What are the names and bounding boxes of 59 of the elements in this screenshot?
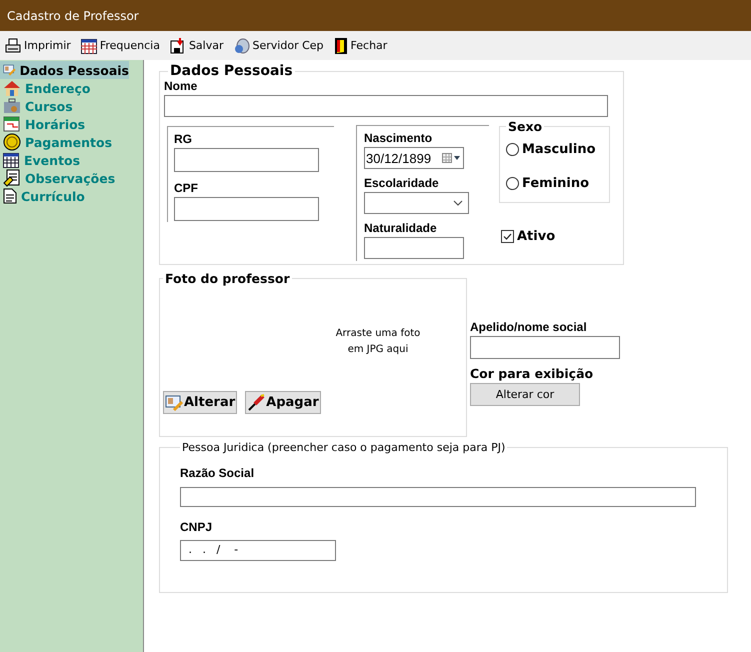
input-field[interactable]: . . / -: [180, 540, 336, 561]
photo-button[interactable]: Alterar: [163, 391, 238, 414]
checkbox-option[interactable]: Ativo: [501, 229, 610, 244]
window-title: Cadastro de Professor: [7, 8, 139, 22]
input-field[interactable]: [364, 237, 464, 259]
photo-drop-area[interactable]: Foto do professor Arraste uma foto em JPG aqui Alterar Apagar: [159, 271, 467, 437]
group-title: Sexo: [507, 119, 544, 134]
sidebar-item[interactable]: Dados Pessoais: [0, 61, 129, 79]
group-title: Dados Pessoais: [169, 63, 294, 79]
field-label: Apelido/nome social: [470, 320, 588, 334]
printer-icon: [5, 38, 21, 54]
photo-button[interactable]: Apagar: [245, 391, 321, 414]
radio-button[interactable]: [506, 176, 519, 190]
field-label: Nome: [164, 79, 198, 93]
notes-icon: [3, 169, 21, 187]
date-field[interactable]: 30/12/1899: [364, 147, 464, 169]
dropdown[interactable]: [364, 192, 469, 214]
input-field[interactable]: [180, 487, 696, 507]
radio-option[interactable]: Feminino: [506, 172, 609, 194]
drop-hint: em JPG aqui: [348, 344, 408, 355]
field-label: CPF: [174, 181, 199, 195]
toolbar-button[interactable]: Fechar: [332, 36, 390, 54]
schedule-icon: [3, 116, 21, 132]
toolbar-button[interactable]: Salvar: [168, 38, 226, 54]
calendar-icon: [80, 38, 97, 54]
house-icon: [3, 80, 21, 96]
coin-icon: [3, 133, 21, 151]
toolbar-button[interactable]: Frequencia: [78, 38, 162, 54]
field-label: CNPJ: [180, 520, 214, 534]
radio-button[interactable]: [506, 142, 519, 156]
group-title: Foto do professor: [164, 271, 291, 286]
briefcase-icon: [3, 98, 21, 114]
toolbar-button[interactable]: Imprimir: [3, 38, 73, 54]
input-field[interactable]: [470, 336, 620, 359]
input-field[interactable]: [164, 95, 608, 117]
radio-option[interactable]: Masculino: [506, 138, 609, 160]
drop-hint: Arraste uma foto: [336, 328, 420, 339]
server-icon: [234, 38, 250, 54]
edit-icon: [165, 394, 183, 410]
checkbox[interactable]: [501, 230, 514, 243]
field-label: RG: [174, 132, 193, 146]
field-label: Nascimento: [364, 131, 434, 145]
document-icon: [3, 188, 17, 204]
field-label: Naturalidade: [364, 221, 438, 235]
field-label: Escolaridade: [364, 176, 440, 190]
input-field[interactable]: [174, 148, 319, 172]
group-title: Pessoa Juridica (preencher caso o pagamento seja para PJ): [181, 441, 506, 454]
save-icon: [170, 38, 186, 54]
calendar-icon: [3, 152, 20, 168]
field-label: Cor para exibição: [470, 366, 594, 381]
input-field[interactable]: [174, 197, 319, 221]
id-card-icon: [3, 62, 16, 78]
door-icon: [334, 36, 348, 54]
calendar-dropdown-icon: [442, 153, 460, 163]
change-color-button[interactable]: Alterar cor: [470, 383, 580, 406]
toolbar-button[interactable]: Servidor Cep: [232, 38, 326, 54]
eraser-icon: [247, 394, 266, 412]
chevron-down-icon: [453, 200, 463, 206]
field-label: Razão Social: [180, 466, 256, 480]
